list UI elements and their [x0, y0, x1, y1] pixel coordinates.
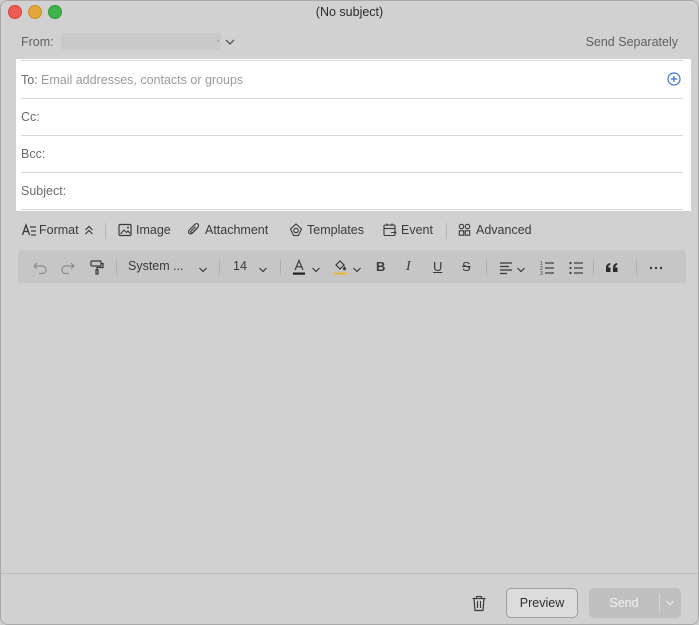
chevron-down-icon[interactable]: [311, 261, 321, 279]
to-label: To:: [21, 73, 38, 87]
bold-button[interactable]: B: [376, 259, 385, 274]
footer-bar: Preview Send: [1, 573, 698, 624]
formatting-divider: [486, 259, 487, 275]
compose-toolbar: Format Image Attachment Templates Event …: [1, 216, 698, 244]
add-contact-icon[interactable]: [667, 72, 681, 86]
send-divider: [659, 594, 660, 612]
more-options-icon[interactable]: [648, 258, 664, 276]
cc-field[interactable]: Cc:: [21, 98, 683, 136]
titlebar: (No subject): [1, 1, 698, 23]
chevron-down-icon[interactable]: [224, 37, 236, 47]
chevron-down-icon[interactable]: [352, 261, 362, 279]
from-account-selector[interactable]: [61, 33, 221, 50]
align-left-icon[interactable]: [498, 258, 514, 276]
format-icon: [21, 223, 36, 236]
bcc-label: Bcc:: [21, 147, 46, 161]
formatting-divider: [280, 259, 281, 275]
from-label: From:: [21, 35, 54, 49]
italic-button[interactable]: I: [406, 259, 411, 275]
format-button[interactable]: Format: [21, 221, 99, 239]
highlight-color-icon[interactable]: [333, 258, 349, 276]
message-body[interactable]: [1, 287, 698, 572]
chevron-down-icon[interactable]: [665, 598, 675, 608]
toolbar-divider: [446, 223, 447, 239]
cc-label: Cc:: [21, 110, 40, 124]
format-painter-icon[interactable]: [89, 258, 105, 276]
image-icon: [118, 223, 132, 237]
formatting-toolbar: System ... 14 B I U S 1 2 3: [18, 250, 686, 283]
send-separately-toggle[interactable]: Send Separately: [586, 35, 678, 49]
formatting-divider: [116, 259, 117, 275]
chevron-double-up-icon: [85, 225, 93, 235]
trash-icon[interactable]: [471, 595, 487, 612]
toolbar-divider: [105, 223, 106, 239]
svg-text:3: 3: [540, 271, 543, 276]
chevron-down-icon[interactable]: [198, 261, 208, 279]
bcc-field[interactable]: Bcc:: [21, 135, 683, 173]
chevron-down-icon[interactable]: [258, 261, 268, 279]
from-separator-dot: ·: [216, 33, 220, 47]
compose-window: (No subject) From: · Send Separately To:…: [0, 0, 699, 625]
formatting-divider: [593, 259, 594, 275]
font-family-select[interactable]: System ...: [128, 259, 184, 273]
image-label: Image: [136, 223, 171, 237]
templates-button[interactable]: Templates: [289, 221, 371, 239]
bulleted-list-icon[interactable]: [568, 258, 584, 276]
preview-button[interactable]: Preview: [506, 588, 578, 618]
calendar-icon: [383, 223, 397, 237]
paperclip-icon: [187, 223, 200, 235]
redo-icon[interactable]: [60, 258, 76, 276]
templates-icon: [289, 223, 303, 237]
to-field[interactable]: To: Email addresses, contacts or groups: [21, 60, 683, 99]
format-label: Format: [39, 223, 79, 237]
subject-label: Subject:: [21, 184, 67, 198]
grid-icon: [458, 223, 471, 236]
font-size-select[interactable]: 14: [233, 259, 247, 273]
event-label: Event: [401, 223, 433, 237]
text-color-icon[interactable]: [292, 258, 308, 276]
undo-icon[interactable]: [32, 258, 48, 276]
attachment-label: Attachment: [205, 223, 269, 237]
from-row: From: · Send Separately: [1, 29, 698, 57]
strikethrough-button[interactable]: S: [462, 259, 471, 274]
subject-field[interactable]: Subject:: [21, 172, 683, 210]
attachment-button[interactable]: Attachment: [187, 221, 275, 239]
quote-icon[interactable]: [604, 258, 620, 276]
window-title: (No subject): [315, 5, 384, 19]
send-button[interactable]: Send: [589, 588, 681, 618]
underline-button[interactable]: U: [433, 259, 442, 274]
formatting-divider: [636, 259, 637, 275]
formatting-divider: [219, 259, 220, 275]
event-button[interactable]: Event: [383, 221, 437, 239]
address-fields: To: Email addresses, contacts or groups …: [16, 59, 691, 211]
to-input[interactable]: Email addresses, contacts or groups: [41, 73, 243, 87]
send-label: Send: [609, 596, 639, 610]
numbered-list-icon[interactable]: 1 2 3: [539, 258, 555, 276]
templates-label: Templates: [307, 223, 364, 237]
image-button[interactable]: Image: [118, 221, 174, 239]
advanced-label: Advanced: [476, 223, 532, 237]
advanced-button[interactable]: Advanced: [458, 221, 538, 239]
chevron-down-icon[interactable]: [516, 261, 526, 279]
